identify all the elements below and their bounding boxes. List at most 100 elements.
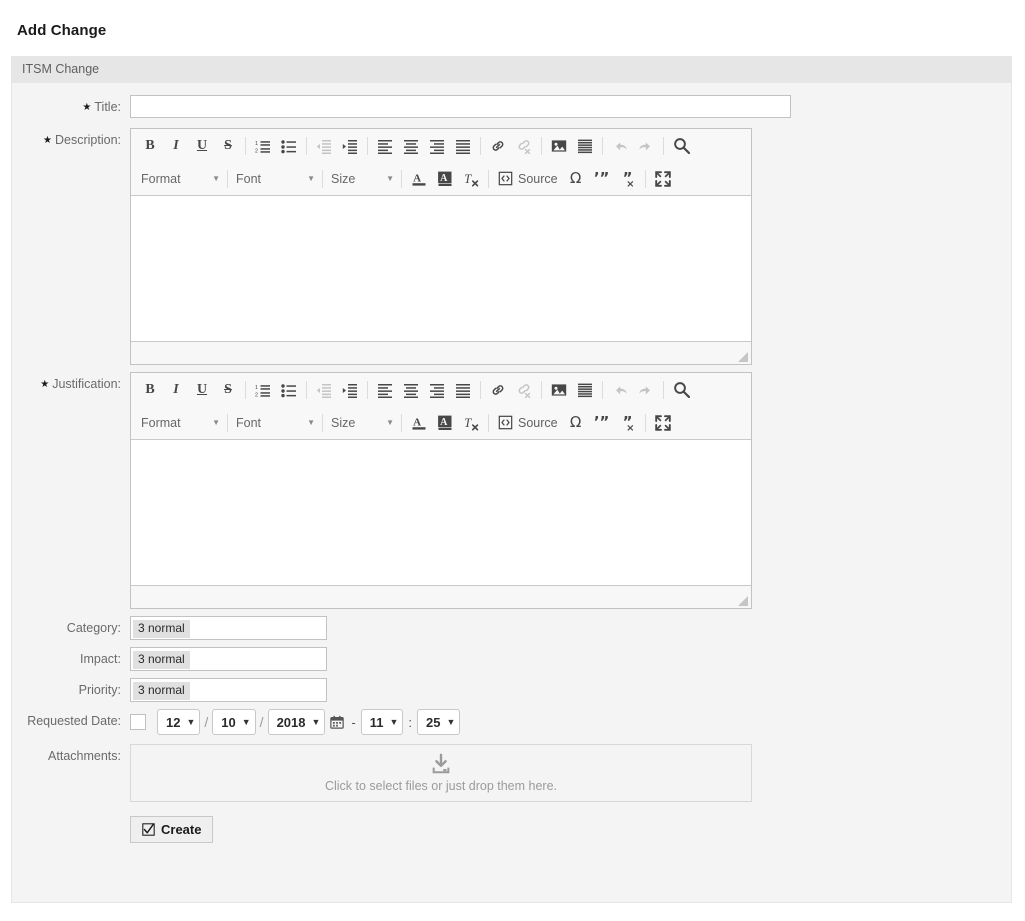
find-icon[interactable] (668, 378, 694, 402)
link-icon[interactable] (485, 134, 511, 158)
bold-icon[interactable]: B (137, 378, 163, 402)
increase-indent-icon[interactable] (337, 378, 363, 402)
format-dropdown-label: Format (141, 415, 181, 430)
toolbar-separator (480, 136, 481, 155)
source-button[interactable]: Source (493, 167, 563, 191)
justification-label: ★ Justification: (12, 372, 130, 396)
align-center-icon[interactable] (398, 134, 424, 158)
toolbar-separator (401, 413, 402, 432)
justification-editor-footer (131, 586, 751, 608)
font-dropdown[interactable]: Font ▼ (232, 411, 318, 435)
date-slash-1: / (204, 714, 209, 730)
bold-icon[interactable]: B (137, 134, 163, 158)
create-button[interactable]: Create (130, 816, 214, 843)
size-dropdown[interactable]: Size ▼ (327, 167, 397, 191)
source-button-label: Source (518, 171, 558, 186)
bulleted-list-icon[interactable] (276, 134, 302, 158)
chevron-down-icon: ▼ (307, 418, 315, 427)
year-value: 2018 (276, 714, 306, 730)
blockquote-icon[interactable]: ’” (589, 167, 615, 191)
image-icon[interactable] (546, 378, 572, 402)
strikethrough-icon[interactable]: S (215, 378, 241, 402)
maximize-icon[interactable] (650, 411, 676, 435)
strikethrough-icon-glyph: S (224, 381, 232, 397)
requested-date-year-select[interactable]: 2018 ▼ (267, 709, 326, 735)
image-icon[interactable] (546, 134, 572, 158)
calendar-icon[interactable] (330, 715, 345, 729)
attachment-dropzone[interactable]: Click to select files or just drop them … (130, 744, 752, 802)
requested-date-checkbox[interactable] (130, 714, 146, 730)
italic-icon[interactable]: I (163, 134, 189, 158)
priority-select[interactable]: 3 normal (130, 678, 327, 702)
align-center-icon[interactable] (398, 378, 424, 402)
justification-editable-area[interactable] (131, 439, 751, 586)
horizontal-rule-icon[interactable] (572, 134, 598, 158)
remove-format-icon[interactable]: T (458, 167, 484, 191)
align-left-icon[interactable] (372, 378, 398, 402)
toolbar-separator (602, 380, 603, 399)
source-button[interactable]: Source (493, 411, 563, 435)
font-dropdown[interactable]: Font ▼ (232, 167, 318, 191)
increase-indent-icon[interactable] (337, 134, 363, 158)
blockquote-icon[interactable]: ’” (589, 411, 615, 435)
requested-date-minute-select[interactable]: 25 ▼ (417, 709, 461, 735)
text-color-icon[interactable]: A (406, 167, 432, 191)
special-character-icon[interactable]: Ω (563, 411, 589, 435)
format-dropdown-label: Format (141, 171, 181, 186)
justification-toolbar-row2: Format ▼ Font ▼ Size ▼ A A T Source Ω’”” × (131, 406, 751, 439)
align-justify-icon[interactable] (450, 134, 476, 158)
find-icon[interactable] (668, 134, 694, 158)
category-select[interactable]: 3 normal (130, 616, 327, 640)
hour-value: 11 (369, 714, 384, 730)
description-editable-area[interactable] (131, 195, 751, 342)
remove-quote-icon[interactable]: ” × (615, 411, 641, 435)
italic-icon[interactable]: I (163, 378, 189, 402)
toolbar-separator (367, 380, 368, 399)
underline-icon[interactable]: U (189, 378, 215, 402)
resize-handle-icon[interactable] (736, 594, 748, 606)
change-form: ★ Title: ★ Description: BIUS12 Format ▼ Font… (12, 83, 1011, 843)
align-justify-icon[interactable] (450, 378, 476, 402)
special-character-icon[interactable]: Ω (563, 167, 589, 191)
description-toolbar-row1: B I US 12 (131, 129, 751, 162)
itsm-change-panel: ITSM Change ★ Title: ★ Description: BIUS12… (11, 56, 1012, 903)
chevron-down-icon: ▼ (446, 717, 456, 727)
resize-handle-icon[interactable] (736, 350, 748, 362)
link-icon[interactable] (485, 378, 511, 402)
format-dropdown[interactable]: Format ▼ (137, 411, 223, 435)
align-right-icon[interactable] (424, 378, 450, 402)
requested-date-controls: 12 ▼ / 10 ▼ / 2018 ▼ - 11 ▼: 25 ▼ (130, 709, 461, 735)
strikethrough-icon[interactable]: S (215, 134, 241, 158)
title-input[interactable] (130, 95, 791, 118)
priority-selected-option[interactable]: 3 normal (133, 682, 190, 700)
remove-quote-icon[interactable]: ” × (615, 167, 641, 191)
numbered-list-icon[interactable]: 12 (250, 378, 276, 402)
text-color-icon[interactable]: A (406, 411, 432, 435)
underline-icon[interactable]: U (189, 134, 215, 158)
align-left-icon[interactable] (372, 134, 398, 158)
form-row-title: ★ Title: (12, 95, 1011, 121)
size-dropdown[interactable]: Size ▼ (327, 411, 397, 435)
strikethrough-icon-glyph: S (224, 137, 232, 153)
category-selected-option[interactable]: 3 normal (133, 620, 190, 638)
background-color-icon[interactable]: A (432, 411, 458, 435)
requested-date-month-select[interactable]: 12 ▼ (157, 709, 201, 735)
impact-select[interactable]: 3 normal (130, 647, 327, 671)
maximize-icon[interactable] (650, 167, 676, 191)
impact-selected-option[interactable]: 3 normal (133, 651, 190, 669)
impact-label: Impact: (80, 652, 121, 666)
decrease-indent-icon (311, 134, 337, 158)
align-right-icon[interactable] (424, 134, 450, 158)
svg-text:2: 2 (255, 392, 258, 397)
format-dropdown[interactable]: Format ▼ (137, 167, 223, 191)
bulleted-list-icon[interactable] (276, 378, 302, 402)
toolbar-separator (245, 380, 246, 399)
requested-date-day-select[interactable]: 10 ▼ (212, 709, 256, 735)
horizontal-rule-icon[interactable] (572, 378, 598, 402)
redo-icon (633, 134, 659, 158)
numbered-list-icon[interactable]: 12 (250, 134, 276, 158)
checkbox-checked-icon (142, 823, 155, 836)
requested-date-hour-select[interactable]: 11 ▼ (360, 709, 404, 735)
remove-format-icon[interactable]: T (458, 411, 484, 435)
background-color-icon[interactable]: A (432, 167, 458, 191)
